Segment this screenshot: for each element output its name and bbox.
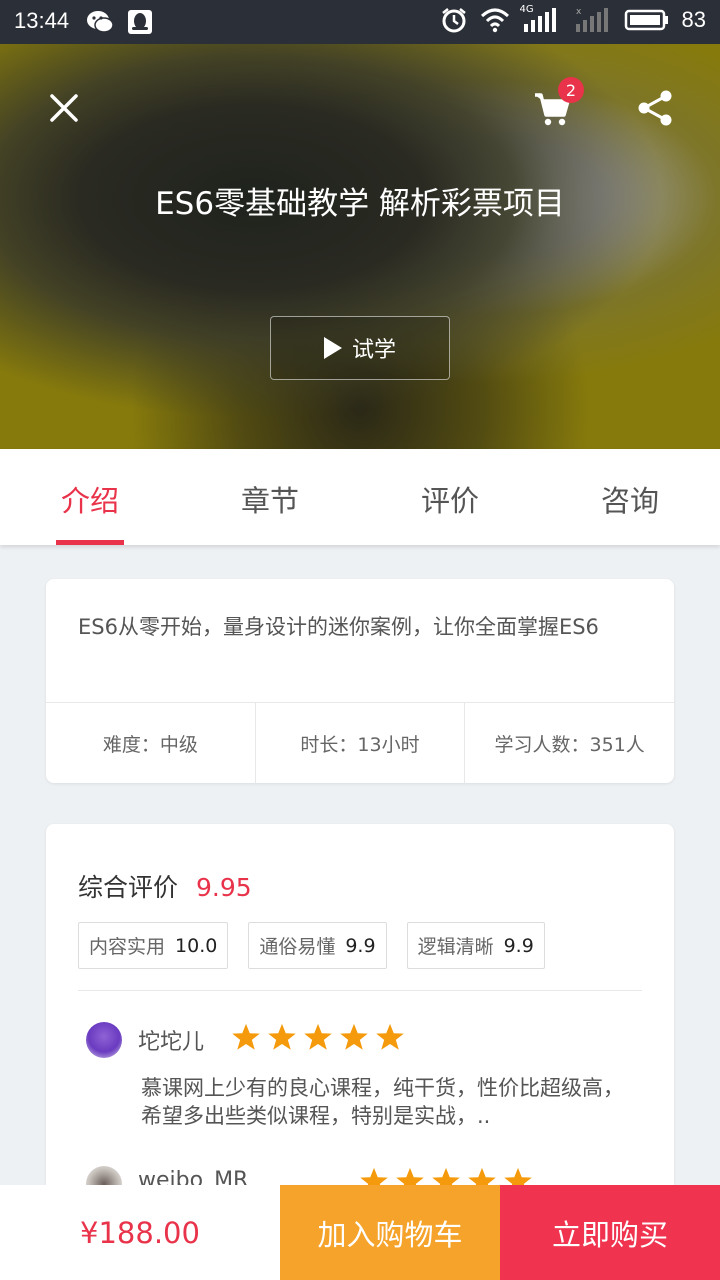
tab-consult[interactable]: 咨询 bbox=[540, 449, 720, 545]
duration-stat: 时长：13小时 bbox=[256, 703, 466, 783]
overall-label: 综合评价 bbox=[78, 873, 179, 902]
star-rating bbox=[231, 1022, 405, 1052]
buy-now-button[interactable]: 立即购买 bbox=[500, 1185, 720, 1280]
close-button[interactable] bbox=[39, 83, 89, 133]
close-icon bbox=[50, 94, 78, 122]
rating-tags: 内容实用 10.0 通俗易懂 9.9 逻辑清晰 9.9 bbox=[78, 922, 545, 969]
wechat-icon bbox=[86, 8, 114, 36]
tag-score: 9.9 bbox=[345, 934, 376, 957]
add-to-cart-button[interactable]: 加入购物车 bbox=[280, 1185, 500, 1280]
review-card[interactable]: 综合评价 9.95 内容实用 10.0 通俗易懂 9.9 逻辑清晰 9.9 坨坨… bbox=[46, 824, 674, 1224]
tag-score: 10.0 bbox=[175, 934, 218, 957]
trial-button[interactable]: 试学 bbox=[270, 316, 450, 380]
reviewer-name: 坨坨儿 bbox=[138, 1030, 205, 1055]
tab-label: 介绍 bbox=[60, 484, 119, 518]
share-button[interactable] bbox=[630, 83, 680, 133]
signal-empty-icon: x bbox=[572, 6, 612, 34]
divider bbox=[78, 990, 642, 991]
battery-icon bbox=[624, 6, 670, 34]
course-stats: 难度：中级 时长：13小时 学习人数：351人 bbox=[46, 703, 674, 783]
course-title: ES6零基础教学 解析彩票项目 bbox=[155, 186, 565, 222]
purchase-bar: ¥188.00 加入购物车 立即购买 bbox=[0, 1185, 720, 1280]
rating-tag: 通俗易懂 9.9 bbox=[248, 922, 387, 969]
tag-label: 内容实用 bbox=[89, 936, 166, 958]
intro-card: ES6从零开始，量身设计的迷你案例，让你全面掌握ES6 难度：中级 时长：13小… bbox=[46, 579, 674, 783]
wifi-icon bbox=[480, 6, 509, 34]
difficulty-stat: 难度：中级 bbox=[46, 703, 256, 783]
star-icon bbox=[340, 1023, 368, 1050]
overall-rating: 综合评价 9.95 bbox=[78, 868, 252, 904]
tag-label: 逻辑清晰 bbox=[417, 936, 494, 958]
review-text: 慕课网上少有的良心课程，纯干货，性价比超级高，希望多出些类似课程，特别是实战，.… bbox=[141, 1076, 624, 1128]
course-price: ¥188.00 bbox=[0, 1185, 280, 1280]
tag-score: 9.9 bbox=[503, 934, 534, 957]
tab-label: 评价 bbox=[420, 484, 479, 518]
status-bar: 13:44 4G x 83 bbox=[0, 0, 720, 44]
play-icon bbox=[323, 337, 342, 359]
cart-badge: 2 bbox=[558, 77, 584, 103]
svg-text:x: x bbox=[576, 7, 582, 17]
star-icon bbox=[268, 1023, 296, 1050]
battery-level: 83 bbox=[681, 7, 706, 32]
network-type: 4G bbox=[519, 4, 534, 15]
trial-label: 试学 bbox=[351, 338, 396, 363]
tab-label: 章节 bbox=[240, 484, 299, 518]
star-icon bbox=[376, 1023, 404, 1050]
course-description: ES6从零开始，量身设计的迷你案例，让你全面掌握ES6 bbox=[46, 579, 674, 703]
tab-active-indicator bbox=[56, 540, 124, 545]
star-icon bbox=[304, 1023, 332, 1050]
tab-reviews[interactable]: 评价 bbox=[360, 449, 540, 545]
overall-score: 9.95 bbox=[196, 873, 252, 902]
alarm-icon bbox=[440, 6, 468, 34]
avatar bbox=[86, 1022, 122, 1058]
status-time: 13:44 bbox=[14, 8, 70, 33]
rating-tag: 内容实用 10.0 bbox=[78, 922, 229, 969]
qq-icon bbox=[126, 8, 154, 36]
rating-tag: 逻辑清晰 9.9 bbox=[406, 922, 545, 969]
tab-chapters[interactable]: 章节 bbox=[180, 449, 360, 545]
share-icon bbox=[638, 90, 672, 126]
tab-intro[interactable]: 介绍 bbox=[0, 449, 180, 545]
signal-icon: 4G bbox=[519, 4, 560, 34]
course-hero: 2 ES6零基础教学 解析彩票项目 试学 bbox=[0, 44, 720, 449]
learners-stat: 学习人数：351人 bbox=[494, 733, 645, 756]
tab-bar: 介绍 章节 评价 咨询 bbox=[0, 449, 720, 545]
star-icon bbox=[232, 1023, 260, 1050]
tab-label: 咨询 bbox=[600, 484, 659, 518]
tag-label: 通俗易懂 bbox=[259, 936, 336, 958]
